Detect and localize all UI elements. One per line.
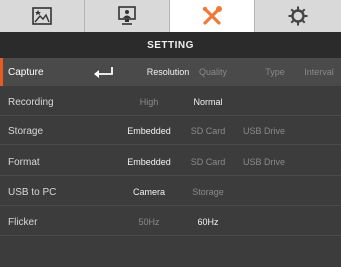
active-indicator bbox=[0, 58, 3, 86]
gear-icon bbox=[288, 6, 308, 26]
option-high[interactable]: High bbox=[119, 97, 179, 107]
tab-image[interactable] bbox=[0, 0, 85, 32]
settings-screen: SETTING Capture Resolution Quality Type … bbox=[0, 0, 341, 267]
row-divider bbox=[0, 235, 341, 236]
tab-bar bbox=[0, 0, 341, 32]
option-usb-drive[interactable]: USB Drive bbox=[234, 126, 294, 136]
image-icon bbox=[32, 7, 52, 25]
row-divider bbox=[0, 175, 341, 176]
option-interval[interactable]: Interval bbox=[289, 67, 341, 77]
tab-presentation[interactable] bbox=[85, 0, 170, 32]
page-title: SETTING bbox=[147, 39, 194, 51]
setting-label-flicker: Flicker bbox=[8, 216, 38, 228]
setting-label-storage: Storage bbox=[8, 125, 44, 137]
option-storage[interactable]: Storage bbox=[178, 187, 238, 197]
setting-label-format: Format bbox=[8, 156, 40, 168]
option-embedded[interactable]: Embedded bbox=[119, 157, 179, 167]
option-embedded[interactable]: Embedded bbox=[119, 126, 179, 136]
setting-label-recording: Recording bbox=[8, 96, 54, 108]
option-normal[interactable]: Normal bbox=[178, 97, 238, 107]
tab-settings[interactable] bbox=[255, 0, 341, 32]
setting-row-capture[interactable]: Capture Resolution Quality Type Interval bbox=[0, 58, 341, 86]
option-usb-drive[interactable]: USB Drive bbox=[234, 157, 294, 167]
presentation-icon bbox=[118, 6, 136, 25]
setting-row-format[interactable]: Format Embedded SD Card USB Drive bbox=[0, 148, 341, 176]
tools-icon bbox=[202, 6, 222, 25]
option-quality[interactable]: Quality bbox=[183, 67, 243, 77]
setting-row-usb-to-pc[interactable]: USB to PC Camera Storage bbox=[0, 178, 341, 206]
setting-row-recording[interactable]: Recording High Normal bbox=[0, 88, 341, 116]
option-60hz[interactable]: 60Hz bbox=[178, 217, 238, 227]
row-divider bbox=[0, 144, 341, 145]
option-sd-card[interactable]: SD Card bbox=[178, 157, 238, 167]
row-divider bbox=[0, 205, 341, 206]
setting-label-usb-to-pc: USB to PC bbox=[8, 186, 57, 198]
row-divider bbox=[0, 115, 341, 116]
page-header: SETTING bbox=[0, 32, 341, 58]
setting-row-flicker[interactable]: Flicker 50Hz 60Hz bbox=[0, 208, 341, 236]
setting-label-capture: Capture bbox=[8, 66, 44, 78]
option-50hz[interactable]: 50Hz bbox=[119, 217, 179, 227]
setting-row-storage[interactable]: Storage Embedded SD Card USB Drive bbox=[0, 117, 341, 145]
tab-tools[interactable] bbox=[170, 0, 255, 32]
option-sd-card[interactable]: SD Card bbox=[178, 126, 238, 136]
enter-arrow-icon bbox=[94, 67, 113, 78]
option-camera[interactable]: Camera bbox=[119, 187, 179, 197]
